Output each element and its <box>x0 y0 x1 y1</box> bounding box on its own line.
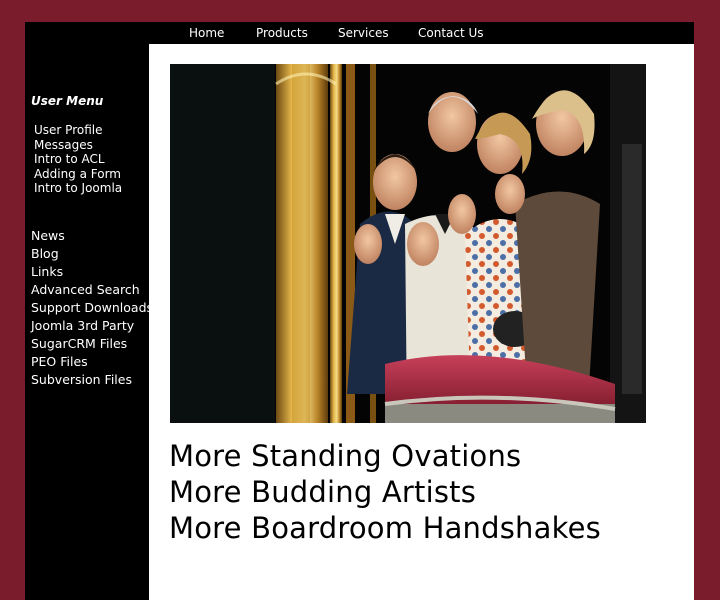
menu-item-adding-a-form[interactable]: Adding a Form <box>34 167 122 182</box>
hero-image <box>170 64 646 423</box>
nav-products[interactable]: Products <box>256 26 308 40</box>
menu-item-subversion-files[interactable]: Subversion Files <box>31 371 153 389</box>
tagline-budding-artists: More Budding Artists <box>169 475 477 509</box>
menu-item-news[interactable]: News <box>31 227 153 245</box>
menu-item-joomla-3rd-party[interactable]: Joomla 3rd Party <box>31 317 153 335</box>
theater-audience-illustration <box>170 64 646 423</box>
menu-item-blog[interactable]: Blog <box>31 245 153 263</box>
page-frame: Home Products Services Contact Us User M… <box>25 22 694 600</box>
top-navigation: Home Products Services Contact Us <box>174 22 694 44</box>
menu-item-intro-to-acl[interactable]: Intro to ACL <box>34 152 122 167</box>
menu-item-sugarcrm-files[interactable]: SugarCRM Files <box>31 335 153 353</box>
tagline-standing-ovations: More Standing Ovations <box>169 439 522 473</box>
sidebar: User Menu User Profile Messages Intro to… <box>25 44 153 600</box>
menu-item-intro-to-joomla[interactable]: Intro to Joomla <box>34 181 122 196</box>
menu-item-peo-files[interactable]: PEO Files <box>31 353 153 371</box>
nav-contact-us[interactable]: Contact Us <box>418 26 484 40</box>
main-content: More Standing Ovations More Budding Arti… <box>149 44 694 600</box>
tagline-block: More Standing Ovations More Budding Arti… <box>169 438 601 546</box>
menu-item-support-downloads[interactable]: Support Downloads <box>31 299 153 317</box>
user-menu-title: User Menu <box>31 94 104 108</box>
menu-item-advanced-search[interactable]: Advanced Search <box>31 281 153 299</box>
menu-item-links[interactable]: Links <box>31 263 153 281</box>
menu-item-user-profile[interactable]: User Profile <box>34 123 122 138</box>
nav-services[interactable]: Services <box>338 26 389 40</box>
main-menu: News Blog Links Advanced Search Support … <box>31 227 153 389</box>
nav-home[interactable]: Home <box>189 26 224 40</box>
menu-item-messages[interactable]: Messages <box>34 138 122 153</box>
tagline-boardroom-handshakes: More Boardroom Handshakes <box>169 511 601 545</box>
user-menu: User Profile Messages Intro to ACL Addin… <box>34 123 122 196</box>
